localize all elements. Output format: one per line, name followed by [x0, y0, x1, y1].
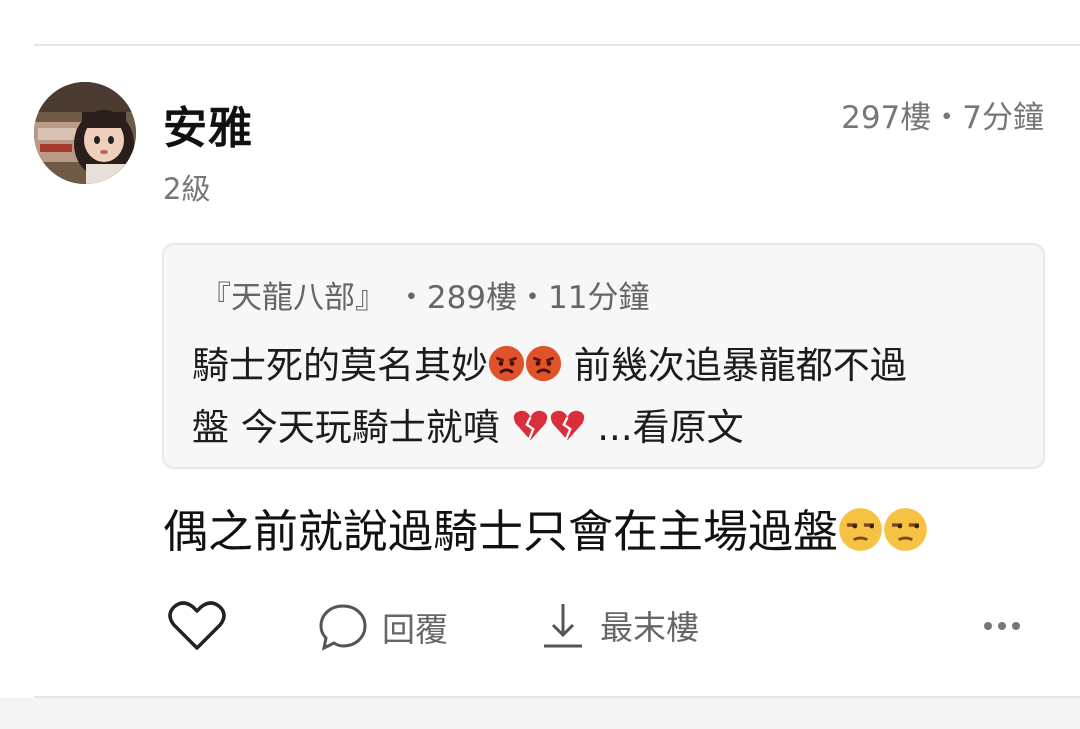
author-level: 2級 — [163, 172, 211, 206]
quote-line-1-text: 騎士死的莫名其妙 — [192, 344, 488, 387]
reply-label: 回覆 — [382, 610, 448, 649]
reply-text: 偶之前就說過騎士只會在主場過盤 — [163, 502, 1043, 562]
reply-text-body: 偶之前就說過騎士只會在主場過盤 — [163, 505, 839, 558]
post-meta: 297樓・7分鐘 — [841, 100, 1044, 136]
quote-header: 『天龍八部』 ・289樓・11分鐘 — [200, 280, 650, 316]
more-dots-icon — [984, 622, 1020, 630]
angry-face-emoji — [488, 345, 525, 382]
footer-background — [0, 698, 1080, 729]
quote-line-1-rest: 前幾次追暴龍都不過 — [562, 344, 907, 387]
quote-line-1: 騎士死的莫名其妙 前幾次追暴龍都不過 — [192, 335, 1022, 397]
unamused-face-emoji — [883, 507, 928, 552]
avatar[interactable] — [34, 82, 136, 184]
last-floor-label: 最末樓 — [600, 608, 699, 647]
heart-icon — [168, 601, 226, 650]
read-original-link[interactable]: ...看原文 — [586, 406, 743, 449]
speech-bubble-icon — [319, 604, 367, 651]
more-options-button[interactable] — [982, 610, 1022, 640]
angry-face-emoji — [525, 345, 562, 382]
unamused-face-emoji — [838, 507, 883, 552]
avatar-image — [34, 82, 136, 184]
last-floor-button[interactable]: 最末樓 — [540, 600, 699, 650]
arrow-down-icon — [544, 604, 582, 648]
comment-page: 安雅 2級 297樓・7分鐘 『天龍八部』 ・289樓・11分鐘 騎士死的莫名其… — [0, 0, 1080, 729]
quote-line-2-text: 盤 今天玩騎士就噴 — [192, 406, 512, 449]
reply-button[interactable]: 回覆 — [318, 603, 448, 651]
quote-body: 騎士死的莫名其妙 前幾次追暴龍都不過 盤 今天玩騎士就噴 ...看原文 — [192, 335, 1022, 459]
broken-heart-emoji — [512, 407, 549, 444]
like-button[interactable] — [168, 600, 226, 652]
top-divider — [34, 44, 1080, 46]
broken-heart-emoji — [549, 407, 586, 444]
quote-line-2: 盤 今天玩騎士就噴 ...看原文 — [192, 397, 1022, 459]
author-name[interactable]: 安雅 — [163, 92, 253, 156]
